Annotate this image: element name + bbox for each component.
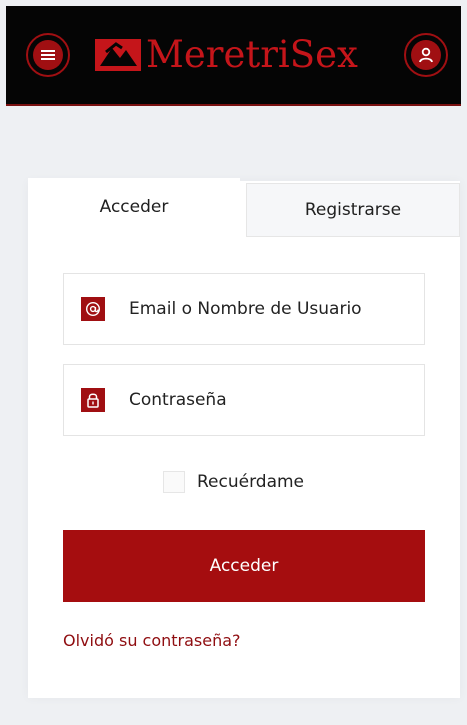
top-bar: MeretriSex <box>6 6 461 106</box>
hamburger-icon <box>33 40 63 70</box>
forgot-password-link[interactable]: Olvidó su contraseña? <box>63 631 241 650</box>
tab-acceder[interactable]: Acceder <box>28 178 240 236</box>
email-field[interactable]: Email o Nombre de Usuario <box>63 273 425 345</box>
email-placeholder: Email o Nombre de Usuario <box>129 299 362 319</box>
lock-icon <box>81 388 105 412</box>
remember-checkbox[interactable] <box>163 471 185 493</box>
remember-me: Recuérdame <box>163 471 304 493</box>
brand-name: MeretriSex <box>146 33 358 76</box>
password-placeholder: Contraseña <box>129 390 227 410</box>
menu-button[interactable] <box>26 33 70 77</box>
password-field[interactable]: Contraseña <box>63 364 425 436</box>
tab-registrarse[interactable]: Registrarse <box>246 183 460 237</box>
login-submit-button[interactable]: Acceder <box>63 530 425 602</box>
logo-mark-icon <box>95 39 141 71</box>
user-button[interactable] <box>404 33 448 77</box>
login-panel <box>28 181 460 698</box>
brand-logo[interactable]: MeretriSex <box>94 33 358 77</box>
at-icon <box>81 297 105 321</box>
user-icon <box>411 40 441 70</box>
remember-label: Recuérdame <box>197 472 305 492</box>
